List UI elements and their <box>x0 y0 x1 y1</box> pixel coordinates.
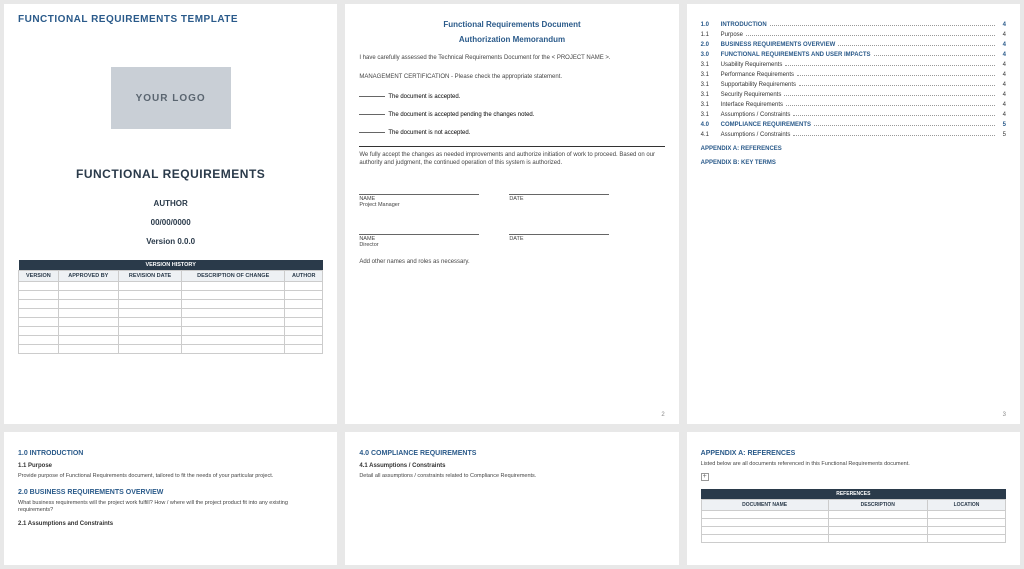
page-intro: 1.0 INTRODUCTION 1.1 Purpose Provide pur… <box>4 432 337 565</box>
subsection-compliance-assumptions: 4.1 Assumptions / Constraints <box>359 463 664 469</box>
vh-title: VERSION HISTORY <box>19 260 323 271</box>
template-header: FUNCTIONAL REQUIREMENTS TEMPLATE <box>18 14 323 25</box>
toc-entry: 1.1Purpose4 <box>701 32 1006 38</box>
expand-icon[interactable]: + <box>701 473 709 481</box>
auth-intro: I have carefully assessed the Technical … <box>359 54 664 63</box>
toc-entry: 4.1Assumptions / Constraints5 <box>701 132 1006 138</box>
toc-entry: 3.1Security Requirements4 <box>701 92 1006 98</box>
page-toc: 1.0INTRODUCTION4 1.1Purpose4 2.0BUSINESS R… <box>687 4 1020 424</box>
toc-entry: 1.0INTRODUCTION4 <box>701 22 1006 28</box>
subsection-purpose: 1.1 Purpose <box>18 463 323 469</box>
toc-entry: 3.1Assumptions / Constraints4 <box>701 112 1006 118</box>
table-row <box>19 291 323 300</box>
page-cover: FUNCTIONAL REQUIREMENTS TEMPLATE YOUR LO… <box>4 4 337 424</box>
table-row <box>701 510 1005 518</box>
appendix-a-heading: APPENDIX A: REFERENCES <box>701 450 1006 457</box>
signature-date1: DATE <box>509 194 609 208</box>
toc-entry: 2.0BUSINESS REQUIREMENTS OVERVIEW4 <box>701 42 1006 48</box>
page-compliance: 4.0 COMPLIANCE REQUIREMENTS 4.1 Assumpti… <box>345 432 678 565</box>
section-intro: 1.0 INTRODUCTION <box>18 450 323 457</box>
auth-cert: MANAGEMENT CERTIFICATION - Please check … <box>359 73 664 82</box>
toc-entry: 3.1Performance Requirements4 <box>701 72 1006 78</box>
accept-text: We fully accept the changes as needed im… <box>359 151 664 168</box>
author-label: AUTHOR <box>18 199 323 208</box>
page-authorization: Functional Requirements Document Authori… <box>345 4 678 424</box>
table-row <box>19 318 323 327</box>
table-row <box>19 282 323 291</box>
table-row <box>19 300 323 309</box>
toc-entry: 3.1Supportability Requirements4 <box>701 82 1006 88</box>
table-row <box>701 526 1005 534</box>
version-history-table: VERSION HISTORY VERSION APPROVED BY REVI… <box>18 260 323 354</box>
page-references: APPENDIX A: REFERENCES Listed below are … <box>687 432 1020 565</box>
add-names-note: Add other names and roles as necessary. <box>359 258 664 267</box>
ref-title: REFERENCES <box>701 489 1005 500</box>
compliance-text: Detail all assumptions / constraints rel… <box>359 473 664 481</box>
date-placeholder: 00/00/0000 <box>18 218 323 227</box>
appendix-b-label: APPENDIX B: KEY TERMS <box>701 160 1006 166</box>
table-row <box>701 534 1005 542</box>
toc-entry: 3.1Interface Requirements4 <box>701 102 1006 108</box>
business-text: What business requirements will the proj… <box>18 500 323 515</box>
references-intro: Listed below are all documents reference… <box>701 461 1006 469</box>
table-row <box>701 518 1005 526</box>
section-compliance: 4.0 COMPLIANCE REQUIREMENTS <box>359 450 664 457</box>
signature-pm: NAME Project Manager <box>359 194 479 208</box>
check-rejected: The document is not accepted. <box>359 130 664 136</box>
table-row <box>19 327 323 336</box>
toc-entry: 3.1Usability Requirements4 <box>701 62 1006 68</box>
check-accepted: The document is accepted. <box>359 94 664 100</box>
appendix-a-label: APPENDIX A: REFERENCES <box>701 146 1006 152</box>
table-row <box>19 336 323 345</box>
section-business: 2.0 BUSINESS REQUIREMENTS OVERVIEW <box>18 489 323 496</box>
page-number: 3 <box>1003 412 1006 418</box>
logo-placeholder: YOUR LOGO <box>111 67 231 129</box>
version-label: Version 0.0.0 <box>18 237 323 246</box>
table-row <box>19 345 323 354</box>
auth-title1: Functional Requirements Document <box>359 20 664 29</box>
references-table: REFERENCES DOCUMENT NAME DESCRIPTION LOC… <box>701 489 1006 543</box>
auth-title2: Authorization Memorandum <box>359 35 664 44</box>
check-pending: The document is accepted pending the cha… <box>359 112 664 118</box>
signature-date2: DATE <box>509 234 609 248</box>
document-title: FUNCTIONAL REQUIREMENTS <box>18 167 323 181</box>
toc-entry: 3.0FUNCTIONAL REQUIREMENTS AND USER IMPA… <box>701 52 1006 58</box>
toc-entry: 4.0COMPLIANCE REQUIREMENTS5 <box>701 122 1006 128</box>
purpose-text: Provide purpose of Functional Requiremen… <box>18 473 323 481</box>
table-row <box>19 309 323 318</box>
signature-director: NAME Director <box>359 234 479 248</box>
subsection-assumptions: 2.1 Assumptions and Constraints <box>18 521 323 527</box>
page-number: 2 <box>661 412 664 418</box>
